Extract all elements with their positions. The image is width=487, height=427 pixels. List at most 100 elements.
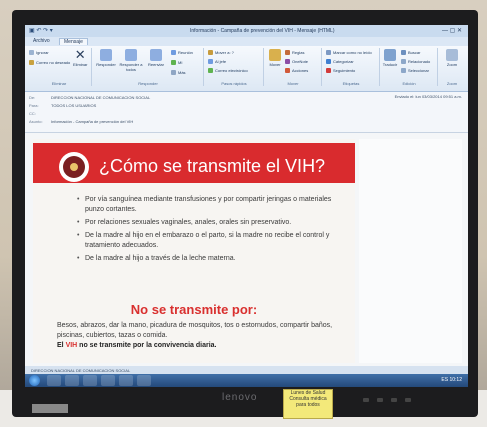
window-controls[interactable]: — ▢ ✕ (442, 27, 462, 34)
monitor-brand-logo: lenovo (222, 392, 258, 403)
delete-icon: ✕ (74, 47, 86, 62)
list-item: Por vía sanguínea mediante transfusiones… (77, 195, 347, 215)
tab-mensaje[interactable]: Mensaje (59, 38, 88, 45)
junk-icon (29, 60, 34, 66)
select-button[interactable]: Seleccionar (401, 68, 429, 74)
header-from: De: DIRECCION NACIONAL DE COMUNICACION SO… (29, 95, 151, 100)
reply-button[interactable]: Responder (95, 49, 117, 67)
header-to: Para: TODOS LOS USUARIOS (29, 103, 97, 108)
reply-icon (100, 49, 112, 61)
sent-date: Enviado el: lun 03/03/2014 09:51 a.m. (394, 94, 462, 99)
taskbar: ES 10:12 (25, 374, 468, 387)
poster-header-bar: ¿Cómo se transmite el VIH? (33, 143, 355, 183)
team-icon (208, 68, 213, 74)
flag-icon (326, 68, 331, 74)
system-tray[interactable]: ES 10:12 (441, 377, 462, 383)
translate-button[interactable]: Traducir (382, 49, 398, 67)
calendar-icon (171, 50, 176, 56)
monitor-buttons (363, 398, 411, 402)
reply-all-button[interactable]: Responder a todos (119, 49, 143, 72)
title-bar: ▣ ↶ ↷ ▾ Información - Campaña de prevenc… (25, 25, 468, 37)
monitor-button[interactable] (391, 398, 397, 402)
outlook-icon[interactable] (119, 375, 133, 386)
ribbon-group-edicion: Traducir Buscar Relacionado Seleccionar … (381, 48, 438, 86)
group-label: Zoom (446, 81, 458, 86)
zoom-button[interactable]: Zoom (442, 49, 462, 67)
people-pane-bar[interactable]: DIRECCION NACIONAL DE COMUNICACION SOCIA… (25, 366, 468, 374)
im-icon (171, 60, 176, 66)
ribbon-group-mover: Mover Reglas OneNote Acciones Mover (265, 48, 322, 86)
move-button[interactable]: Mover (267, 49, 283, 67)
ribbon-group-zoom: Zoom Zoom (439, 48, 465, 86)
to-manager-button[interactable]: Al jefe (208, 59, 226, 65)
rules-button[interactable]: Reglas (285, 50, 304, 56)
ribbon-group-etiquetas: Marcar como no leído Categorizar Seguimi… (323, 48, 380, 86)
follow-up-button[interactable]: Seguimiento (326, 68, 355, 74)
ie-icon[interactable] (47, 375, 61, 386)
campaign-poster: ¿Cómo se transmite el VIH? Por vía sangu… (33, 139, 355, 363)
im-button[interactable]: MI (171, 60, 182, 66)
to-value[interactable]: TODOS LOS USUARIOS (51, 103, 96, 108)
forward-button[interactable]: Reenviar (145, 49, 167, 67)
message-body: ¿Cómo se transmite el VIH? Por vía sangu… (25, 133, 468, 366)
onenote-button[interactable]: OneNote (285, 59, 308, 65)
media-player-icon[interactable] (83, 375, 97, 386)
envelope-icon (326, 50, 331, 56)
delete-button[interactable]: ✕ Eliminar (73, 47, 87, 67)
from-value[interactable]: DIRECCION NACIONAL DE COMUNICACION SOCIA… (51, 95, 150, 100)
find-button[interactable]: Buscar (401, 50, 420, 56)
list-item: Por relaciones sexuales vaginales, anale… (77, 218, 347, 228)
ribbon: Ignorar Correo no deseado ✕ Eliminar Elim… (25, 46, 468, 92)
reunion-button[interactable]: Reunión (171, 50, 193, 56)
start-button[interactable] (29, 375, 40, 386)
more-icon (171, 70, 176, 76)
transmission-list: Por vía sanguínea mediante transfusiones… (77, 195, 347, 267)
team-email-button[interactable]: Correo electrónico (208, 68, 248, 74)
group-label: Eliminar (51, 81, 67, 86)
more-button[interactable]: Más (171, 70, 186, 76)
no-transmission-text: Besos, abrazos, dar la mano, picadura de… (57, 322, 333, 339)
word-icon[interactable] (137, 375, 151, 386)
window-title: Información - Campaña de prevención del … (190, 28, 335, 34)
side-panel (359, 139, 462, 363)
ribbon-group-pasos-rapidos: Mover a: ? Al jefe Correo electrónico Pa… (205, 48, 264, 86)
translate-icon (384, 49, 396, 61)
mark-unread-button[interactable]: Marcar como no leído (326, 50, 372, 56)
rules-icon (285, 50, 290, 56)
explorer-icon[interactable] (65, 375, 79, 386)
header-subject: Asunto: Información - Campaña de prevenci… (29, 119, 134, 124)
move-folder-icon (269, 49, 281, 61)
ignore-button[interactable]: Ignorar (29, 50, 49, 56)
junk-button[interactable]: Correo no deseado (29, 60, 70, 66)
onenote-icon (285, 59, 290, 65)
no-transmission-title: No se transmite por: (130, 302, 258, 317)
monitor-button[interactable] (377, 398, 383, 402)
vih-highlight: VIH (65, 342, 78, 349)
monitor-model-label (32, 404, 68, 413)
categorize-button[interactable]: Categorizar (326, 59, 354, 65)
ribbon-group-eliminar: Ignorar Correo no deseado ✕ Eliminar Elim… (27, 48, 92, 86)
binoculars-icon (401, 50, 406, 56)
ribbon-tabs: Archivo Mensaje (25, 37, 468, 46)
header-cc: CC: (29, 111, 36, 116)
monitor-button[interactable] (363, 398, 369, 402)
institution-seal-icon (59, 152, 89, 182)
closing-statement: El VIH no se transmite por la convivenci… (57, 342, 217, 349)
move-to-button[interactable]: Mover a: ? (208, 50, 234, 56)
manager-icon (208, 59, 213, 65)
group-label: Responder (138, 81, 158, 86)
monitor-power-button[interactable] (405, 398, 411, 402)
quick-access-toolbar[interactable]: ▣ ↶ ↷ ▾ (29, 27, 53, 34)
tab-archivo[interactable]: Archivo (29, 38, 54, 44)
chrome-icon[interactable] (101, 375, 115, 386)
list-item: De la madre al hijo a través de la leche… (77, 254, 347, 264)
reply-all-icon (125, 49, 137, 61)
group-label: Edición (402, 81, 416, 86)
folder-icon (208, 50, 213, 56)
related-button[interactable]: Relacionado (401, 59, 430, 65)
group-label: Mover (287, 81, 299, 86)
actions-button[interactable]: Acciones (285, 68, 308, 74)
cursor-icon (401, 68, 406, 74)
ignore-icon (29, 50, 34, 56)
message-header: De: DIRECCION NACIONAL DE COMUNICACION SO… (25, 92, 468, 133)
